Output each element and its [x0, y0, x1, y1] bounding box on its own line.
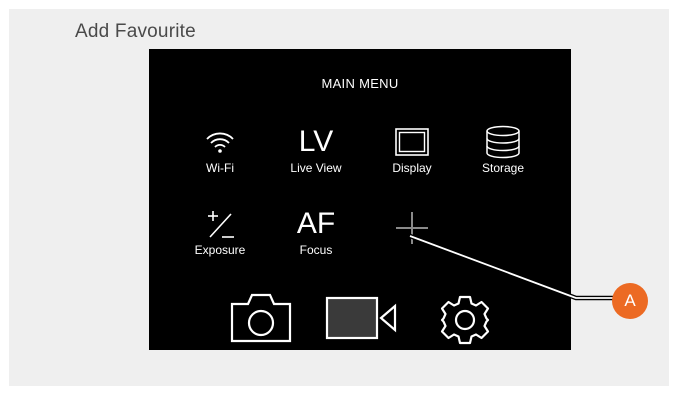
camera-screen: MAIN MENU Wi-Fi LV Live View Display Sto…	[149, 49, 571, 350]
menu-item-label: Focus	[299, 243, 333, 257]
display-icon	[395, 128, 429, 156]
menu-item-live-view[interactable]: LV Live View	[276, 123, 356, 183]
focus-glyph: AF	[296, 207, 336, 240]
menu-item-label: Exposure	[194, 243, 246, 257]
menu-item-label: Display	[392, 161, 432, 175]
add-icon	[396, 212, 428, 244]
callout-badge-a: A	[612, 283, 648, 319]
menu-item-display[interactable]: Display	[372, 123, 452, 183]
page-title: Add Favourite	[75, 21, 196, 42]
add-favourite-slot[interactable]	[372, 205, 452, 265]
menu-item-exposure[interactable]: Exposure	[180, 205, 260, 265]
menu-title: MAIN MENU	[321, 76, 399, 91]
menu-item-focus[interactable]: AF Focus	[276, 205, 356, 265]
exposure-compensation-icon	[208, 211, 234, 238]
menu-item-label: Wi-Fi	[206, 161, 234, 175]
camera-icon[interactable]	[229, 292, 293, 344]
menu-item-storage[interactable]: Storage	[463, 123, 543, 183]
storage-icon	[486, 125, 520, 159]
live-view-glyph: LV	[298, 125, 334, 158]
settings-gear-icon[interactable]	[439, 294, 491, 346]
menu-item-label: Storage	[481, 161, 525, 175]
menu-item-label: Live View	[290, 161, 342, 175]
wifi-icon	[206, 132, 234, 153]
menu-item-wifi[interactable]: Wi-Fi	[180, 123, 260, 183]
video-camera-icon[interactable]	[325, 296, 403, 340]
